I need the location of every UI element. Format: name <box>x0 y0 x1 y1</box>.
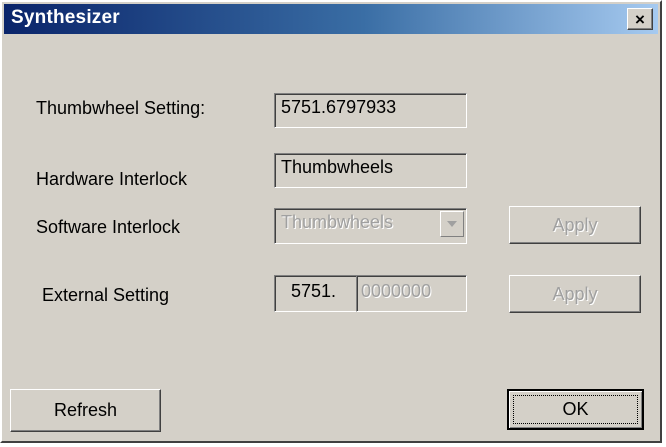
dropdown-button[interactable] <box>440 211 464 237</box>
software-interlock-selected: Thumbwheels <box>281 212 394 232</box>
external-apply-button[interactable]: Apply <box>509 275 641 313</box>
refresh-button[interactable]: Refresh <box>10 389 161 432</box>
external-setting-prefix: 5751. <box>291 281 337 301</box>
window-title: Synthesizer <box>11 7 120 28</box>
title-bar[interactable]: Synthesizer × <box>4 4 658 34</box>
hardware-interlock-field: Thumbwheels <box>274 153 467 188</box>
thumbwheel-setting-value: 5751.6797933 <box>281 97 397 117</box>
software-apply-label: Apply <box>552 214 598 235</box>
software-interlock-label: Software Interlock <box>36 217 181 237</box>
focus-ring <box>513 395 638 424</box>
synthesizer-dialog: Synthesizer × Thumbwheel Setting: 5751.6… <box>0 0 662 443</box>
external-setting-input[interactable]: 0000000 <box>356 275 467 312</box>
external-setting-prefix-field: 5751. <box>274 275 358 312</box>
software-interlock-select[interactable]: Thumbwheels <box>274 208 467 244</box>
external-apply-label: Apply <box>552 283 598 304</box>
refresh-label: Refresh <box>53 400 118 420</box>
external-setting-value: 0000000 <box>361 281 432 301</box>
ok-button[interactable]: OK <box>507 389 644 430</box>
external-setting-label: External Setting <box>42 285 170 305</box>
thumbwheel-setting-label: Thumbwheel Setting: <box>36 98 206 118</box>
hardware-interlock-value: Thumbwheels <box>281 157 394 177</box>
thumbwheel-setting-field: 5751.6797933 <box>274 93 467 128</box>
chevron-down-icon <box>447 221 457 227</box>
hardware-interlock-label: Hardware Interlock <box>36 169 188 189</box>
close-button[interactable]: × <box>627 8 653 30</box>
close-icon: × <box>635 9 645 29</box>
software-apply-button[interactable]: Apply <box>509 206 641 244</box>
